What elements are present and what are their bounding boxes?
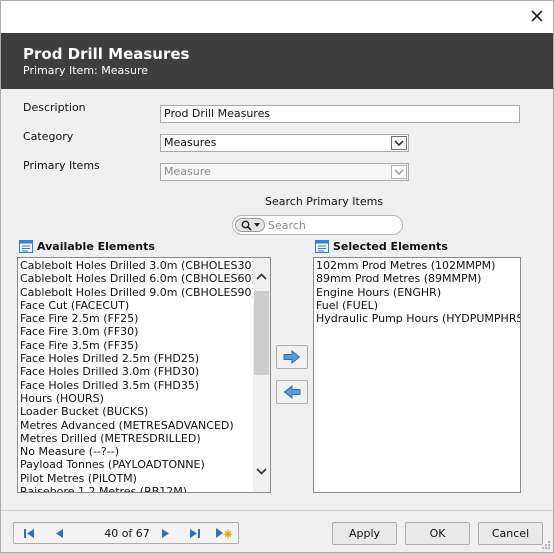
remove-element-button[interactable]: [276, 380, 308, 404]
list-item[interactable]: Cablebolt Holes Drilled 3.0m (CBHOLES30): [18, 259, 270, 272]
list-item[interactable]: Payload Tonnes (PAYLOADTONNE): [18, 458, 270, 471]
list-item[interactable]: Engine Hours (ENGHR): [314, 286, 520, 299]
primary-items-value: Measure: [164, 165, 211, 178]
available-elements-heading: Available Elements: [19, 240, 155, 253]
apply-button[interactable]: Apply: [332, 522, 397, 545]
last-record-button[interactable]: [186, 525, 204, 541]
list-item[interactable]: Cablebolt Holes Drilled 9.0m (CBHOLES90): [18, 286, 270, 299]
category-select[interactable]: Measures: [160, 134, 409, 152]
list-item[interactable]: Face Holes Drilled 2.5m (FHD25): [18, 352, 270, 365]
cancel-button[interactable]: Cancel: [478, 522, 543, 545]
category-dropdown-button[interactable]: [391, 136, 407, 150]
list-item[interactable]: 89mm Prod Metres (89MMPM): [314, 272, 520, 285]
record-navigator: 40 of 67: [13, 522, 239, 544]
list-item[interactable]: Face Fire 3.0m (FF30): [18, 325, 270, 338]
previous-icon: [55, 528, 63, 538]
scroll-thumb[interactable]: [254, 291, 269, 375]
chevron-down-icon: [256, 468, 267, 475]
resize-grip-icon[interactable]: [541, 540, 551, 550]
scroll-up-button[interactable]: [253, 268, 270, 285]
next-record-button[interactable]: [156, 525, 174, 541]
description-field[interactable]: Prod Drill Measures: [160, 105, 520, 123]
list-item[interactable]: Face Fire 2.5m (FF25): [18, 312, 270, 325]
list-item[interactable]: Face Holes Drilled 3.5m (FHD35): [18, 379, 270, 392]
close-button[interactable]: [523, 3, 551, 29]
list-item[interactable]: Hours (HOURS): [18, 392, 270, 405]
dialog-window: Prod Drill Measures Primary Item: Measur…: [0, 0, 554, 553]
selected-elements-list[interactable]: 102mm Prod Metres (102MMPM) 89mm Prod Met…: [313, 257, 521, 493]
available-elements-label: Available Elements: [37, 240, 155, 253]
list-item[interactable]: 102mm Prod Metres (102MMPM): [314, 259, 520, 272]
list-item[interactable]: Hydraulic Pump Hours (HYDPUMPHRS): [314, 312, 520, 325]
list-item[interactable]: Cablebolt Holes Drilled 6.0m (CBHOLES60): [18, 272, 270, 285]
list-item[interactable]: Fuel (FUEL): [314, 299, 520, 312]
first-icon: [24, 528, 34, 538]
search-label: Search Primary Items: [265, 195, 384, 208]
close-icon: [531, 10, 543, 22]
search-input[interactable]: [268, 218, 398, 232]
list-icon: [19, 240, 33, 253]
list-item[interactable]: Metres Advanced (METRESADVANCED): [18, 419, 270, 432]
list-item[interactable]: Loader Bucket (BUCKS): [18, 405, 270, 418]
last-icon: [190, 528, 200, 538]
new-record-button[interactable]: [214, 525, 234, 541]
list-item[interactable]: No Measure (--?--): [18, 445, 270, 458]
search-box[interactable]: [232, 215, 403, 235]
description-label: Description: [23, 101, 86, 114]
selected-elements-label: Selected Elements: [333, 240, 448, 253]
add-element-button[interactable]: [276, 345, 308, 369]
selected-elements-heading: Selected Elements: [315, 240, 448, 253]
primary-items-label: Primary Items: [23, 159, 100, 172]
arrow-left-icon: [283, 385, 301, 399]
page-subtitle: Primary Item: Measure: [23, 64, 148, 77]
dialog-footer: 40 of 67 Apply OK Cancel: [1, 510, 553, 552]
list-item[interactable]: Metres Drilled (METRESDRILLED): [18, 432, 270, 445]
list-item[interactable]: Face Holes Drilled 3.0m (FHD30): [18, 365, 270, 378]
chevron-down-icon: [394, 139, 404, 146]
category-label: Category: [23, 130, 74, 143]
title-bar: [1, 1, 553, 33]
caret-down-icon: [253, 223, 260, 227]
primary-items-select: Measure: [160, 163, 409, 181]
search-options-button[interactable]: [235, 218, 265, 232]
primary-items-dropdown-button: [391, 165, 407, 179]
next-icon: [161, 528, 169, 538]
category-value: Measures: [164, 136, 217, 149]
list-item[interactable]: Face Fire 3.5m (FF35): [18, 339, 270, 352]
first-record-button[interactable]: [20, 525, 38, 541]
list-item[interactable]: Pilot Metres (PILOTM): [18, 472, 270, 485]
available-elements-list[interactable]: Cablebolt Holes Drilled 3.0m (CBHOLES30)…: [17, 257, 271, 493]
scroll-down-button[interactable]: [253, 463, 270, 480]
ok-button[interactable]: OK: [405, 522, 470, 545]
vertical-scrollbar[interactable]: [253, 258, 270, 492]
chevron-up-icon: [256, 273, 267, 280]
dialog-header: Prod Drill Measures Primary Item: Measur…: [1, 33, 553, 89]
chevron-down-icon: [394, 168, 404, 175]
arrow-right-icon: [283, 350, 301, 364]
previous-record-button[interactable]: [50, 525, 68, 541]
page-title: Prod Drill Measures: [23, 45, 190, 63]
new-record-icon: [216, 528, 233, 539]
list-item[interactable]: Face Cut (FACECUT): [18, 299, 270, 312]
list-icon: [315, 240, 329, 253]
list-item[interactable]: Raisebore 1.2 Metres (RB12M): [18, 485, 270, 492]
search-icon: [241, 220, 252, 231]
